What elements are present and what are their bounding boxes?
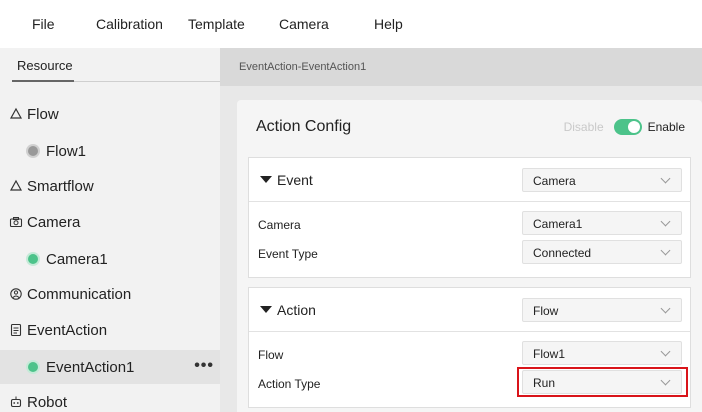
sidebar-item-eventaction1[interactable]: EventAction1 ••• xyxy=(0,350,220,384)
sidebar-item-label: Communication xyxy=(27,285,132,303)
camera-field-label: Camera xyxy=(258,218,301,232)
sidebar-item-label: Flow1 xyxy=(46,142,87,160)
caret-down-icon xyxy=(260,306,272,313)
sidebar-item-flow[interactable]: Flow xyxy=(0,97,220,131)
resource-sidebar: Resource Flow Flow1 Smartflow Camera Cam… xyxy=(0,48,220,412)
action-target-select[interactable]: Flow xyxy=(522,298,682,322)
tab-resource[interactable]: Resource xyxy=(17,58,73,73)
tab-active-indicator xyxy=(12,80,74,82)
sidebar-item-label: Camera xyxy=(27,213,81,231)
menu-bar: File Calibration Template Camera Help xyxy=(0,0,702,48)
action-type-field-label: Action Type xyxy=(258,377,321,391)
sidebar-item-camera[interactable]: Camera xyxy=(0,205,220,239)
action-title: Action xyxy=(277,302,316,318)
chevron-down-icon xyxy=(660,173,671,184)
camera-select[interactable]: Camera1 xyxy=(522,211,682,235)
sidebar-item-label: EventAction1 xyxy=(46,358,135,376)
menu-file[interactable]: File xyxy=(32,16,55,32)
status-dot-icon xyxy=(28,146,38,156)
sidebar-item-eventaction[interactable]: EventAction xyxy=(0,313,220,347)
enable-toggle[interactable] xyxy=(613,119,642,135)
sidebar-item-robot[interactable]: Robot xyxy=(0,385,220,412)
event-type-value-select[interactable]: Connected xyxy=(522,240,682,264)
card-title: Action Config xyxy=(256,118,352,135)
breadcrumb-bar: EventAction-EventAction1 xyxy=(220,48,702,86)
sidebar-item-camera1[interactable]: Camera1 xyxy=(0,242,220,276)
chevron-down-icon xyxy=(660,216,671,227)
menu-help[interactable]: Help xyxy=(374,16,403,32)
action-panel-header[interactable]: Action Flow xyxy=(249,288,690,332)
menu-template[interactable]: Template xyxy=(188,16,245,32)
toggle-disable-label: Disable xyxy=(563,120,604,134)
sidebar-item-flow1[interactable]: Flow1 xyxy=(0,134,220,168)
triangle-icon xyxy=(9,107,23,119)
sidebar-item-label: Camera1 xyxy=(46,250,108,268)
sidebar-item-smartflow[interactable]: Smartflow xyxy=(0,169,220,203)
main-panel: EventAction-EventAction1 Action Config D… xyxy=(220,48,702,412)
sidebar-item-label: Smartflow xyxy=(27,177,94,195)
event-type-field-label: Event Type xyxy=(258,247,318,261)
highlight-annotation xyxy=(517,367,688,397)
menu-calibration[interactable]: Calibration xyxy=(96,16,163,32)
document-icon xyxy=(10,323,22,337)
flow-select[interactable]: Flow1 xyxy=(522,341,682,365)
caret-down-icon xyxy=(260,176,272,183)
event-panel: Event Camera Camera Camera1 Event Type C… xyxy=(248,157,691,278)
sidebar-item-label: Flow xyxy=(27,105,59,123)
sidebar-item-communication[interactable]: Communication xyxy=(0,277,220,311)
chevron-down-icon xyxy=(660,303,671,314)
triangle-icon xyxy=(9,179,23,191)
menu-camera[interactable]: Camera xyxy=(279,16,329,32)
chevron-down-icon xyxy=(660,245,671,256)
robot-icon xyxy=(10,396,22,408)
event-title: Event xyxy=(277,172,313,188)
resource-tab-bar: Resource xyxy=(0,48,220,82)
breadcrumb: EventAction-EventAction1 xyxy=(239,61,367,73)
chevron-down-icon xyxy=(660,346,671,357)
sidebar-item-label: Robot xyxy=(27,393,68,411)
status-dot-icon xyxy=(28,254,38,264)
camera-icon xyxy=(9,217,23,228)
sidebar-item-label: EventAction xyxy=(27,321,108,339)
more-options-icon[interactable]: ••• xyxy=(194,357,214,375)
communication-icon xyxy=(10,288,22,300)
event-type-select[interactable]: Camera xyxy=(522,168,682,192)
action-config-card: Action Config Disable Enable Event Camer… xyxy=(237,100,702,412)
toggle-enable-label: Enable xyxy=(647,120,685,134)
enable-toggle-group: Disable Enable xyxy=(564,119,685,135)
status-dot-icon xyxy=(28,362,38,372)
flow-field-label: Flow xyxy=(258,348,284,362)
event-panel-header[interactable]: Event Camera xyxy=(249,158,690,202)
